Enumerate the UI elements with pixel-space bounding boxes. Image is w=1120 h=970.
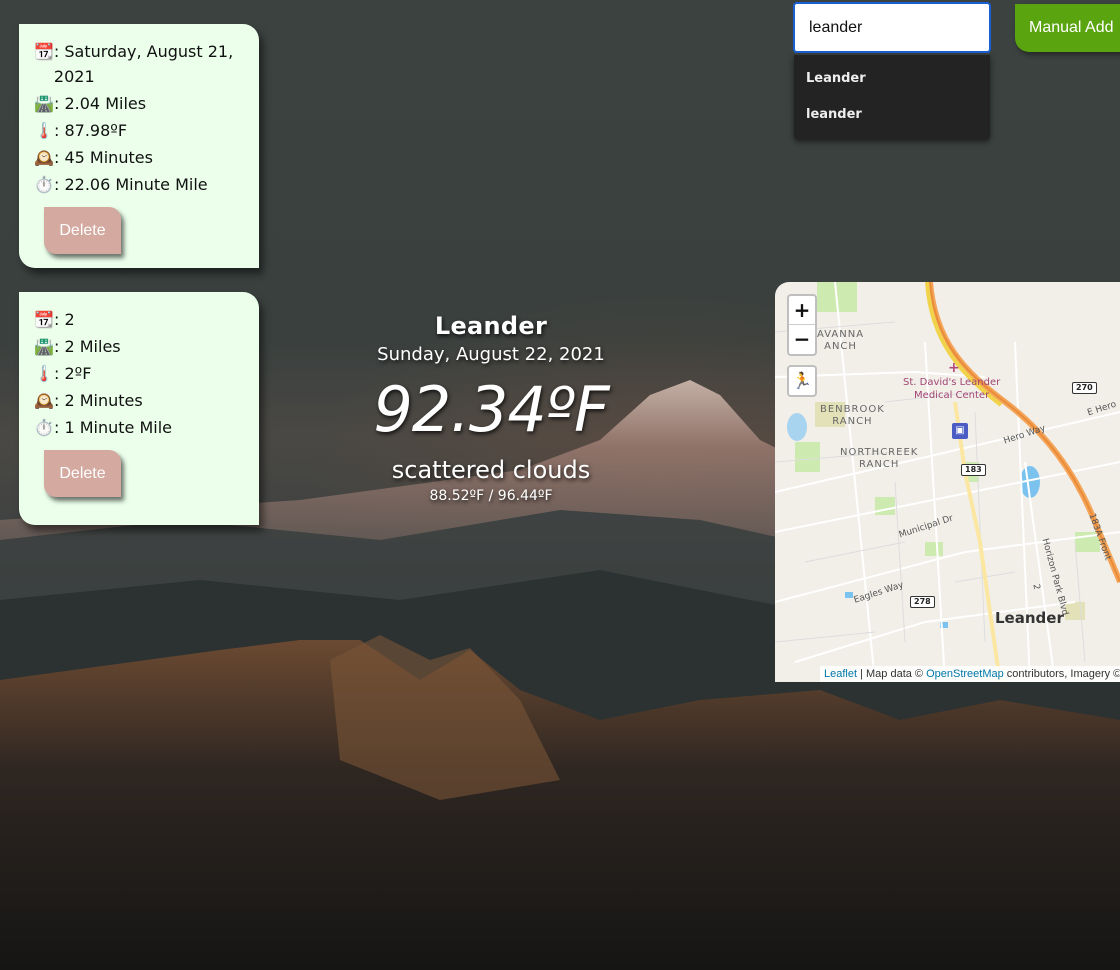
run-duration: : 45 Minutes — [54, 148, 153, 167]
weather-panel: Leander Sunday, August 22, 2021 92.34ºF … — [330, 312, 652, 504]
map-attribution: Leaflet | Map data © OpenStreetMap contr… — [820, 666, 1120, 682]
route-shield: 270 — [1072, 382, 1097, 394]
run-card: 📆: Saturday, August 21, 2021 🛣️: 2.04 Mi… — [19, 24, 259, 268]
clock-icon: 🕰️ — [34, 391, 54, 410]
duration-row: 🕰️: 2 Minutes — [34, 388, 244, 413]
weather-temp-range: 88.52ºF / 96.44ºF — [429, 488, 553, 504]
stopwatch-icon: ⏱️ — [34, 175, 54, 194]
route-shield: 183 — [961, 464, 986, 476]
suggestion-item[interactable]: leander — [794, 97, 990, 133]
map-label-city: Leander — [995, 609, 1064, 627]
map-label-hospital: St. David's Leander Medical Center — [903, 377, 1001, 401]
pace-row: ⏱️: 1 Minute Mile — [34, 415, 244, 440]
run-duration: : 2 Minutes — [54, 391, 143, 410]
temp-row: 🌡️: 2ºF — [34, 361, 244, 386]
road-icon: 🛣️ — [34, 94, 54, 113]
run-temp: : 87.98ºF — [54, 121, 128, 140]
search-suggestions: Leander leander — [794, 55, 990, 140]
run-temp: : 2ºF — [54, 364, 92, 383]
run-pace: : 1 Minute Mile — [54, 418, 173, 437]
date-row: 📆: 2 — [34, 307, 244, 332]
manual-add-button[interactable]: Manual Add — [1015, 4, 1120, 52]
weather-city: Leander — [434, 312, 548, 340]
calendar-icon: 📆 — [34, 310, 54, 329]
duration-row: 🕰️: 45 Minutes — [34, 145, 244, 170]
temp-row: 🌡️: 87.98ºF — [34, 118, 244, 143]
run-card: 📆: 2 🛣️: 2 Miles 🌡️: 2ºF 🕰️: 2 Minutes ⏱… — [19, 292, 259, 525]
distance-row: 🛣️: 2.04 Miles — [34, 91, 244, 116]
run-distance: : 2 Miles — [54, 337, 121, 356]
hospital-icon: + — [948, 360, 960, 376]
distance-row: 🛣️: 2 Miles — [34, 334, 244, 359]
map-panel[interactable]: + − 🏃 AVANNA ANCH St. David's Leander Me… — [775, 282, 1120, 682]
delete-button[interactable]: Delete — [44, 207, 121, 254]
zoom-control: + − — [787, 294, 817, 356]
zoom-out-button[interactable]: − — [789, 325, 815, 354]
map-label-savanna: AVANNA ANCH — [817, 329, 865, 352]
run-pace: : 22.06 Minute Mile — [54, 175, 208, 194]
city-search-input[interactable] — [793, 2, 991, 53]
pace-row: ⏱️: 22.06 Minute Mile — [34, 172, 244, 197]
weather-temperature: 92.34ºF — [373, 373, 609, 446]
run-date: : Saturday, August 21, 2021 — [53, 42, 234, 86]
route-shield: 278 — [910, 596, 935, 608]
delete-button[interactable]: Delete — [44, 450, 121, 497]
zoom-in-button[interactable]: + — [789, 296, 815, 325]
train-station-icon: ▣ — [952, 423, 968, 439]
run-distance: : 2.04 Miles — [54, 94, 147, 113]
calendar-icon: 📆 — [34, 42, 54, 61]
weather-description: scattered clouds — [391, 456, 591, 484]
attribution-rest: contributors, Imagery © — [1003, 668, 1120, 680]
clock-icon: 🕰️ — [34, 148, 54, 167]
stopwatch-icon: ⏱️ — [34, 418, 54, 437]
map-label-northcreek: NORTHCREEK RANCH — [840, 447, 919, 470]
leaflet-link[interactable]: Leaflet — [824, 668, 857, 680]
weather-date: Sunday, August 22, 2021 — [377, 344, 605, 365]
runner-icon[interactable]: 🏃 — [787, 365, 817, 397]
suggestion-item[interactable]: Leander — [794, 61, 990, 97]
road-icon: 🛣️ — [34, 337, 54, 356]
osm-link[interactable]: OpenStreetMap — [926, 668, 1004, 680]
attribution-separator: | Map data © — [857, 668, 927, 680]
map-label-benbrook: BENBROOK RANCH — [820, 404, 885, 427]
run-date: : 2 — [54, 310, 75, 329]
thermometer-icon: 🌡️ — [34, 121, 54, 140]
date-row: 📆: Saturday, August 21, 2021 — [34, 39, 244, 89]
thermometer-icon: 🌡️ — [34, 364, 54, 383]
